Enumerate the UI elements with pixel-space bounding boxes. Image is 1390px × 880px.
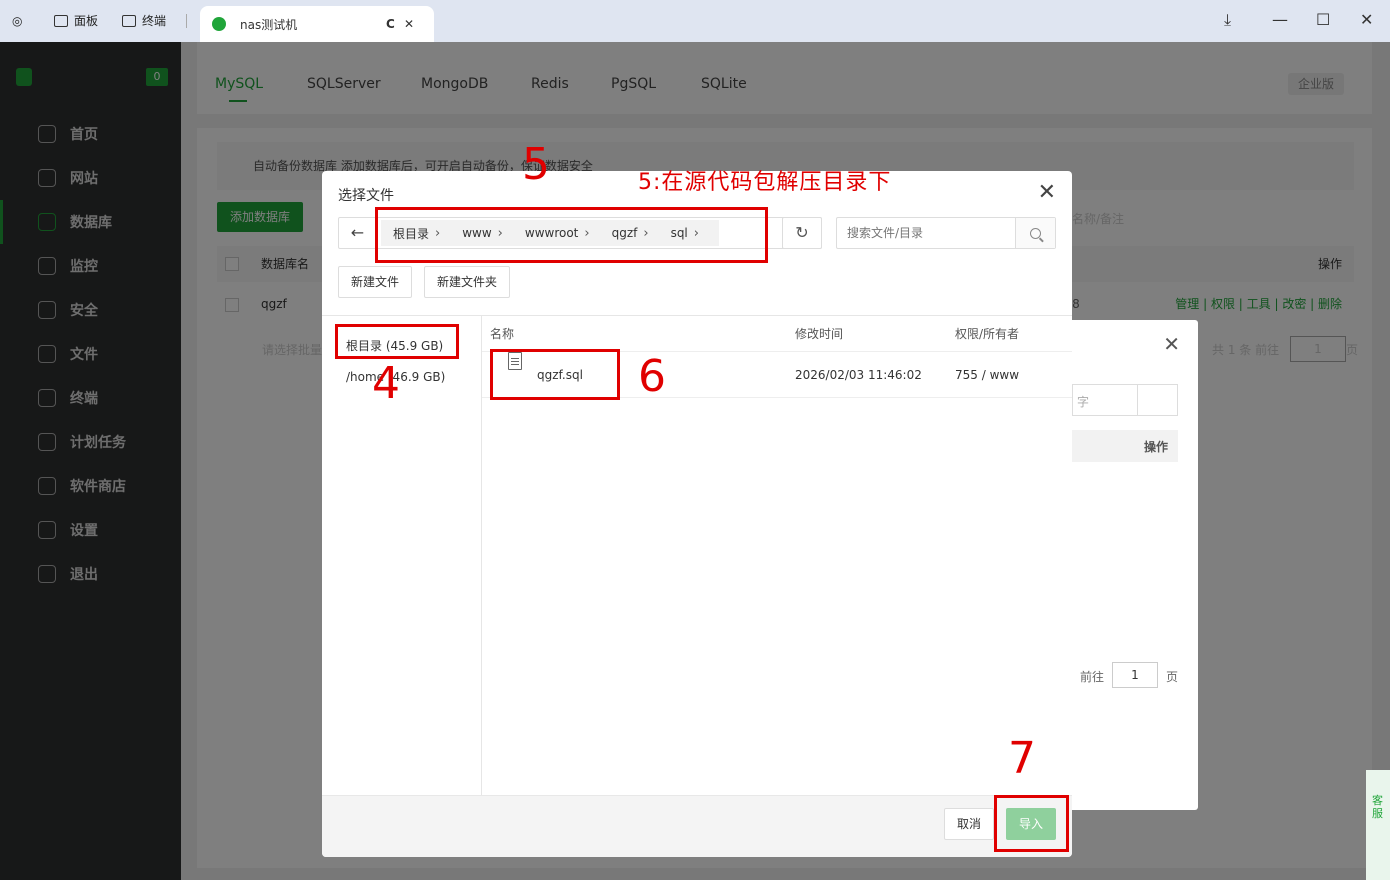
annotation-box-disk bbox=[335, 324, 459, 359]
search-input[interactable] bbox=[837, 218, 1015, 248]
dlg2-col-ops: 操作 bbox=[1143, 440, 1168, 454]
file-search bbox=[836, 217, 1056, 249]
minimize-icon[interactable]: — bbox=[1272, 10, 1288, 29]
reload-icon[interactable]: C bbox=[386, 17, 395, 31]
page-input[interactable]: 1 bbox=[1290, 336, 1346, 362]
file-perm: 755 / www bbox=[955, 368, 1020, 382]
cancel-button[interactable]: 取消 bbox=[944, 808, 994, 840]
dlg2-goto-label: 前往 bbox=[1080, 670, 1105, 684]
tab-panel-label: 面板 bbox=[74, 14, 99, 28]
pager-label: 共 1 条 前往 bbox=[1212, 343, 1280, 357]
profile-icon[interactable]: ◎ bbox=[12, 8, 22, 34]
annotation-box-path bbox=[375, 207, 768, 263]
tab-terminal-label: 终端 bbox=[142, 14, 167, 28]
annotation-caption: 5:在源代码包解压目录下 bbox=[638, 170, 892, 195]
site-favicon-icon bbox=[212, 17, 226, 31]
new-file-button[interactable]: 新建文件 bbox=[338, 266, 412, 298]
tab-terminal[interactable]: 终端 bbox=[122, 8, 166, 34]
page-unit: 页 bbox=[1346, 343, 1359, 357]
col-name[interactable]: 名称 bbox=[490, 316, 514, 352]
select-file-modal: 选择文件 ✕ ← 根目录 › www › wwwroot › qgzf › sql › ↻… bbox=[322, 171, 1072, 857]
new-folder-button[interactable]: 新建文件夹 bbox=[424, 266, 510, 298]
dlg2-search-placeholder: 字 bbox=[1077, 395, 1090, 409]
search-icon[interactable] bbox=[1137, 385, 1177, 415]
bulk-select[interactable]: 请选择批量 bbox=[262, 341, 322, 358]
tab-nas[interactable]: nas测试机 C ✕ bbox=[200, 6, 434, 42]
modal-title: 选择文件 bbox=[338, 188, 394, 204]
back-arrow-icon[interactable]: ← bbox=[339, 218, 377, 248]
dlg2-table-header: 操作 bbox=[1072, 430, 1178, 462]
annotation-number-6: 6 bbox=[638, 351, 666, 402]
annotation-number-4: 4 bbox=[372, 358, 400, 409]
close-icon[interactable]: ✕ bbox=[1038, 181, 1056, 205]
terminal-icon bbox=[122, 15, 136, 27]
search-icon bbox=[1030, 227, 1041, 239]
modal-footer: 取消 导入 bbox=[322, 795, 1072, 857]
close-tab-icon[interactable]: ✕ bbox=[404, 17, 414, 31]
dlg2-page-unit: 页 bbox=[1166, 670, 1179, 684]
support-label: 客服 bbox=[1372, 794, 1383, 820]
browser-titlebar: ◎ 面板 终端 nas测试机 C ✕ ⤓ — ☐ ✕ bbox=[0, 0, 1390, 42]
col-mtime[interactable]: 修改时间 bbox=[795, 316, 843, 352]
tab-nas-label: nas测试机 bbox=[240, 17, 298, 32]
support-float[interactable]: 客服 bbox=[1366, 770, 1390, 880]
search-button[interactable] bbox=[1015, 218, 1055, 248]
dlg2-page-input[interactable]: 1 bbox=[1112, 662, 1158, 688]
tab-panel[interactable]: 面板 bbox=[54, 8, 98, 34]
annotation-box-file bbox=[490, 349, 620, 400]
dlg2-search[interactable]: 字 bbox=[1072, 384, 1178, 416]
download-icon[interactable]: ⤓ bbox=[1224, 10, 1231, 30]
panel-icon bbox=[54, 15, 68, 27]
col-perm[interactable]: 权限/所有者 bbox=[955, 316, 1019, 352]
annotation-number-7: 7 bbox=[1008, 733, 1036, 784]
db-search-placeholder: 名称/备注 bbox=[1072, 212, 1125, 226]
close-window-icon[interactable]: ✕ bbox=[1360, 10, 1373, 29]
disk-list: 根目录 (45.9 GB) /home (46.9 GB) bbox=[322, 315, 482, 795]
refresh-icon[interactable]: ↻ bbox=[782, 217, 822, 249]
file-list-header: 名称 修改时间 权限/所有者 bbox=[482, 316, 1072, 352]
close-icon[interactable]: ✕ bbox=[1163, 332, 1180, 356]
tab-divider bbox=[186, 14, 187, 28]
file-mtime: 2026/02/03 11:46:02 bbox=[795, 368, 922, 382]
annotation-number-5: 5 bbox=[522, 139, 550, 190]
annotation-box-import bbox=[994, 795, 1069, 852]
maximize-icon[interactable]: ☐ bbox=[1316, 10, 1330, 29]
